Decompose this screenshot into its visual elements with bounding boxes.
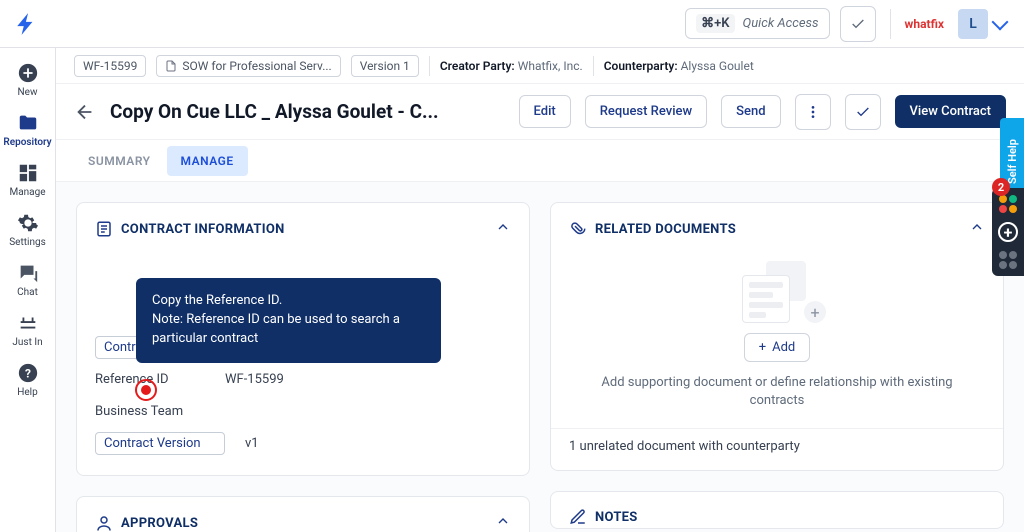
more-actions-button[interactable] bbox=[795, 94, 831, 130]
label-business-team: Business Team bbox=[95, 404, 225, 419]
topbar: ⌘+K Quick Access whatfix L bbox=[0, 0, 1024, 48]
quick-access-key: ⌘+K bbox=[696, 14, 734, 33]
sidenav-settings[interactable]: Settings bbox=[0, 206, 56, 254]
tooltip-line1: Copy the Reference ID. bbox=[152, 292, 425, 311]
sidenav: New Repository Manage Settings Chat Just… bbox=[0, 48, 56, 532]
chip-reference[interactable]: WF-15599 bbox=[74, 55, 146, 77]
contract-info-icon bbox=[95, 220, 113, 238]
main: WF-15599 SOW for Professional Serv... Ve… bbox=[56, 48, 1024, 532]
notes-title: NOTES bbox=[595, 510, 638, 525]
back-arrow-icon[interactable] bbox=[74, 101, 96, 123]
avatar: L bbox=[958, 9, 988, 39]
checklist-button[interactable] bbox=[840, 6, 876, 42]
unrelated-document-link[interactable]: 1 unrelated document with counterparty bbox=[569, 439, 985, 454]
sidenav-repository[interactable]: Repository bbox=[0, 106, 56, 154]
tabs: SUMMARY MANAGE bbox=[56, 140, 1024, 182]
contract-info-title: CONTRACT INFORMATION bbox=[121, 222, 285, 237]
row-business-team: Business Team bbox=[95, 395, 511, 427]
row-contract-version: Contract Version v1 bbox=[95, 427, 511, 459]
dock-add-icon[interactable]: + bbox=[998, 222, 1018, 242]
collapse-icon[interactable] bbox=[495, 219, 511, 239]
related-empty-text: Add supporting document or define relati… bbox=[589, 374, 965, 410]
plus-icon: + bbox=[804, 301, 826, 323]
breadcrumb: WF-15599 SOW for Professional Serv... Ve… bbox=[56, 48, 1024, 84]
tab-manage[interactable]: MANAGE bbox=[167, 146, 248, 176]
label-reference-id: Reference ID bbox=[95, 372, 225, 387]
chip-version[interactable]: Version 1 bbox=[351, 55, 419, 77]
attachment-icon bbox=[569, 220, 587, 238]
brand-label: whatfix bbox=[905, 17, 944, 31]
collapse-icon[interactable] bbox=[969, 219, 985, 239]
approvals-title: APPROVALS bbox=[121, 516, 198, 531]
related-documents-card: RELATED DOCUMENTS + +Add Add supporting … bbox=[550, 202, 1004, 471]
notification-badge: 2 bbox=[992, 178, 1010, 196]
document-placeholder-icon: + bbox=[742, 261, 812, 321]
sidenav-new[interactable]: New bbox=[0, 56, 56, 104]
approve-check-button[interactable] bbox=[845, 94, 881, 130]
svg-text:?: ? bbox=[25, 367, 31, 381]
approvals-icon bbox=[95, 514, 113, 532]
related-documents-title: RELATED DOCUMENTS bbox=[595, 222, 736, 237]
collapse-icon[interactable] bbox=[495, 513, 511, 532]
guidance-tooltip: Copy the Reference ID. Note: Reference I… bbox=[136, 278, 441, 363]
row-reference-id: Reference ID WF-15599 bbox=[95, 363, 511, 395]
side-dock: + bbox=[992, 188, 1024, 276]
counterparty: Counterparty: Alyssa Goulet bbox=[604, 59, 754, 73]
logo-icon bbox=[14, 11, 40, 37]
pulse-beacon-icon[interactable] bbox=[135, 379, 157, 401]
sidenav-just-in[interactable]: Just In bbox=[0, 306, 56, 354]
tab-summary[interactable]: SUMMARY bbox=[74, 146, 165, 176]
label-contract-version[interactable]: Contract Version bbox=[95, 432, 225, 455]
related-empty-state: + +Add Add supporting document or define… bbox=[569, 253, 985, 428]
send-button[interactable]: Send bbox=[721, 95, 780, 128]
notes-card: NOTES bbox=[550, 491, 1004, 529]
edit-button[interactable]: Edit bbox=[519, 95, 571, 128]
sidenav-manage[interactable]: Manage bbox=[0, 156, 56, 204]
notes-icon bbox=[569, 508, 587, 526]
dock-apps-icon[interactable] bbox=[998, 194, 1018, 214]
quick-access[interactable]: ⌘+K Quick Access bbox=[685, 8, 829, 39]
request-review-button[interactable]: Request Review bbox=[585, 95, 707, 128]
value-reference-id: WF-15599 bbox=[225, 372, 284, 387]
chip-template[interactable]: SOW for Professional Serv... bbox=[156, 55, 340, 77]
page-title: Copy On Cue LLC _ Alyssa Goulet - C... bbox=[110, 100, 439, 123]
page-header: Copy On Cue LLC _ Alyssa Goulet - C... E… bbox=[56, 84, 1024, 140]
add-related-button[interactable]: +Add bbox=[744, 333, 811, 362]
tooltip-line2: Note: Reference ID can be used to search… bbox=[152, 311, 425, 349]
sidenav-help[interactable]: ? Help bbox=[0, 356, 56, 404]
sidenav-chat[interactable]: Chat bbox=[0, 256, 56, 304]
dock-more-icon[interactable] bbox=[998, 250, 1018, 270]
view-contract-button[interactable]: View Contract bbox=[895, 95, 1006, 128]
approvals-card: APPROVALS PRE-CONFIGURED APPROVALS bbox=[76, 496, 530, 532]
quick-access-label: Quick Access bbox=[743, 16, 819, 31]
value-contract-version: v1 bbox=[245, 436, 259, 451]
creator-party: Creator Party: Whatfix, Inc. bbox=[440, 59, 583, 73]
user-menu[interactable]: L bbox=[950, 5, 1014, 43]
chevron-down-icon bbox=[992, 13, 1009, 30]
